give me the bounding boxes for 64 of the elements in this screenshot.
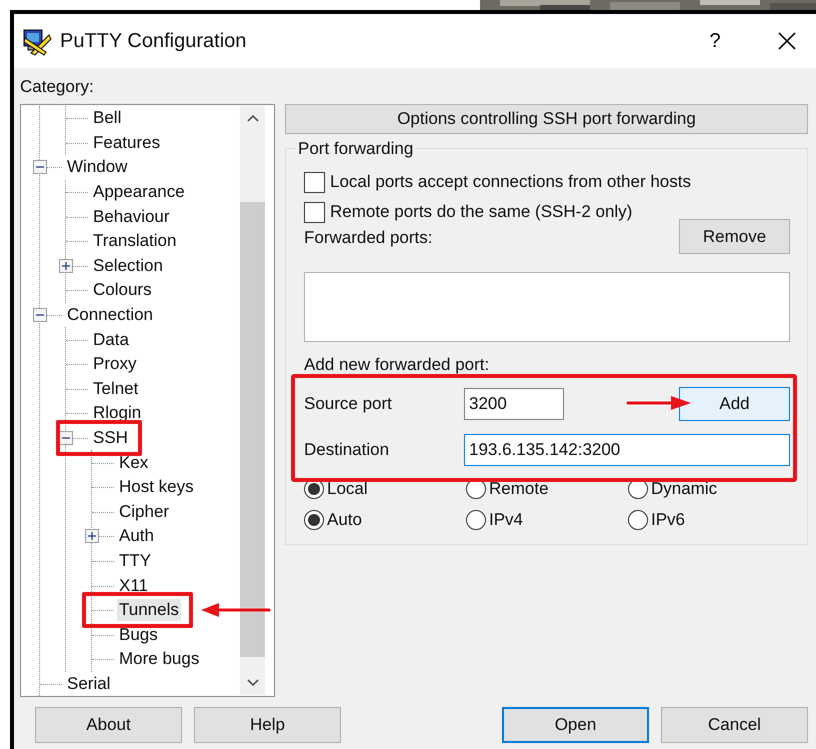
section-header: Options controlling SSH port forwarding: [285, 104, 808, 134]
tree-item[interactable]: Bell: [91, 107, 124, 130]
dialog-button[interactable]: About: [35, 707, 182, 743]
tree-item[interactable]: Data: [91, 328, 131, 351]
tree-item[interactable]: Auth: [117, 525, 156, 548]
source-port-field[interactable]: 3200: [464, 388, 564, 420]
tree-item[interactable]: Appearance: [91, 181, 187, 204]
checkbox[interactable]: [304, 202, 325, 222]
close-icon: [777, 31, 797, 51]
radio-button[interactable]: [304, 510, 324, 530]
dialog-button[interactable]: Help: [194, 707, 341, 743]
window-title: PuTTY Configuration: [60, 30, 246, 52]
radio-label: Local: [327, 479, 368, 499]
field-label: Forwarded ports:: [304, 228, 432, 248]
collapse-icon[interactable]: [59, 430, 73, 445]
scroll-down-icon[interactable]: [246, 678, 260, 688]
field-label: Source port: [304, 394, 393, 414]
tree-item[interactable]: TTY: [117, 550, 154, 572]
dialog-button[interactable]: Cancel: [661, 707, 808, 743]
field-label: Destination: [304, 440, 390, 460]
tree-item[interactable]: SSH: [91, 427, 130, 450]
checkbox-label: Local ports accept connections from other hosts: [330, 172, 691, 192]
radio-label: Remote: [489, 479, 549, 499]
group-title: Port forwarding: [296, 139, 416, 159]
tree-item[interactable]: Cipher: [117, 500, 172, 523]
checkbox-label: Remote ports do the same (SSH-2 only): [330, 202, 632, 222]
radio-label: Dynamic: [651, 479, 718, 499]
scrollbar[interactable]: [240, 106, 265, 695]
tree-item[interactable]: More bugs: [117, 648, 202, 670]
tree-item[interactable]: Tunnels: [117, 599, 181, 622]
expand-icon[interactable]: [85, 529, 99, 544]
section-label: Add new forwarded port:: [304, 355, 490, 376]
destination-field[interactable]: 193.6.135.142:3200: [464, 434, 790, 466]
radio-label: IPv4: [489, 510, 524, 530]
tree-item[interactable]: X11: [117, 574, 150, 597]
tree-item[interactable]: Kex: [117, 452, 150, 474]
radio-button[interactable]: [628, 510, 648, 530]
expand-icon[interactable]: [59, 258, 73, 273]
remove-button[interactable]: Remove: [679, 219, 790, 254]
tree-item[interactable]: Serial: [65, 672, 112, 695]
radio-button[interactable]: [466, 510, 486, 530]
tree-item[interactable]: Colours: [91, 279, 154, 302]
tree-item[interactable]: Connection: [65, 304, 156, 326]
tree-item[interactable]: Selection: [91, 254, 165, 277]
tree-item[interactable]: Rlogin: [91, 402, 144, 424]
tree-item[interactable]: Proxy: [91, 353, 138, 376]
category-label: Category:: [20, 76, 95, 98]
tree-item[interactable]: Host keys: [117, 476, 196, 498]
collapse-icon[interactable]: [33, 308, 47, 322]
tree-item[interactable]: Translation: [91, 230, 178, 252]
scrollbar-thumb[interactable]: [240, 202, 265, 657]
radio-label: Auto: [327, 510, 362, 530]
checkbox[interactable]: [304, 172, 325, 192]
tree-item[interactable]: Behaviour: [91, 206, 172, 228]
tree-item[interactable]: Bugs: [117, 624, 160, 646]
tree-item[interactable]: Window: [65, 156, 130, 178]
collapse-icon[interactable]: [33, 160, 47, 174]
help-button[interactable]: ?: [700, 21, 730, 61]
add-button[interactable]: Add: [679, 387, 790, 421]
tree-item[interactable]: Features: [91, 132, 162, 154]
radio-label: IPv6: [651, 510, 686, 530]
tree-item[interactable]: Telnet: [91, 378, 140, 400]
dialog-button[interactable]: Open: [502, 707, 649, 743]
scroll-up-icon[interactable]: [246, 113, 260, 123]
